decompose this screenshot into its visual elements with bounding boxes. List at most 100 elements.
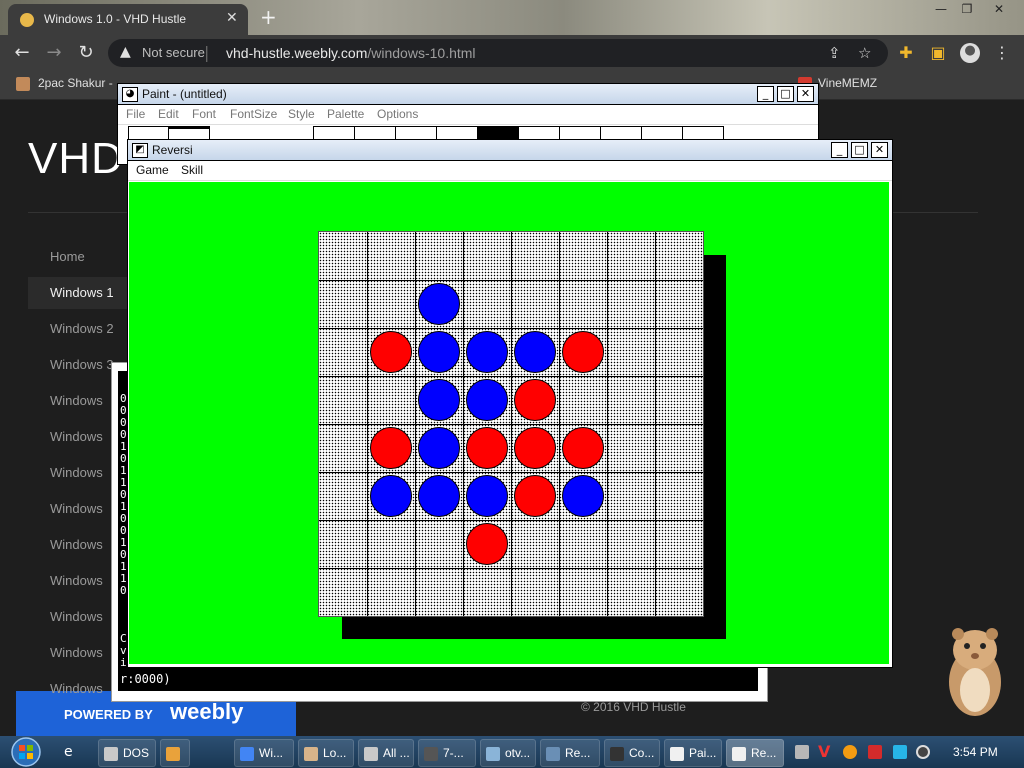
- new-tab-button[interactable]: +: [260, 5, 277, 29]
- blue-disc[interactable]: [370, 475, 412, 517]
- share-icon[interactable]: ⇪: [828, 44, 841, 62]
- blue-disc[interactable]: [466, 331, 508, 373]
- taskbar-button-label: otv...: [505, 746, 531, 760]
- restore-window-icon[interactable]: ❐: [956, 2, 978, 16]
- blue-disc[interactable]: [418, 331, 460, 373]
- red-disc[interactable]: [370, 427, 412, 469]
- reload-icon[interactable]: ↻: [74, 41, 98, 65]
- taskbar-button[interactable]: otv...: [480, 739, 536, 767]
- blue-disc[interactable]: [418, 379, 460, 421]
- close-window-icon[interactable]: ✕: [988, 2, 1010, 16]
- taskbar-button[interactable]: Wi...: [234, 739, 294, 767]
- paint-menu-palette[interactable]: Palette: [327, 107, 364, 121]
- tray-v-icon[interactable]: V: [818, 742, 832, 761]
- red-disc[interactable]: [562, 427, 604, 469]
- hamster-image: [949, 628, 1001, 716]
- extensions-icon[interactable]: ✚: [896, 43, 916, 63]
- blue-disc[interactable]: [418, 475, 460, 517]
- red-disc[interactable]: [466, 427, 508, 469]
- tray-app-icon[interactable]: [795, 745, 809, 759]
- close-icon[interactable]: ✕: [797, 86, 814, 102]
- reversi-board[interactable]: [318, 231, 704, 617]
- paint-title-bar[interactable]: ◕ Paint - (untitled) _ □ ✕: [118, 84, 818, 105]
- menu-kebab-icon[interactable]: ⋮: [992, 43, 1012, 63]
- close-icon[interactable]: ✕: [871, 142, 888, 158]
- taskbar-button[interactable]: Re...: [540, 739, 600, 767]
- blue-disc[interactable]: [418, 427, 460, 469]
- bookmark-item[interactable]: 2pac Shakur -: [38, 76, 113, 90]
- bookmark-star-icon[interactable]: ☆: [858, 44, 871, 62]
- red-disc[interactable]: [562, 331, 604, 373]
- profile-avatar-icon[interactable]: ●: [960, 43, 980, 63]
- tab-title: Windows 1.0 - VHD Hustle: [44, 12, 187, 26]
- taskbar-button[interactable]: All ...: [358, 739, 414, 767]
- reversi-icon[interactable]: ◩: [132, 143, 148, 158]
- taskbar-button-label: Co...: [629, 746, 655, 760]
- side-panel-icon[interactable]: ▣: [928, 43, 948, 63]
- paint-menu-options[interactable]: Options: [377, 107, 418, 121]
- blue-disc[interactable]: [514, 331, 556, 373]
- taskbar-button-label: Wi...: [259, 746, 283, 760]
- paint-palette-icon[interactable]: ◕: [122, 87, 138, 102]
- paint-menu-file[interactable]: File: [126, 107, 145, 121]
- blue-disc[interactable]: [466, 379, 508, 421]
- blue-disc[interactable]: [562, 475, 604, 517]
- reversi-menu-skill[interactable]: Skill: [181, 163, 203, 177]
- tab-close-icon[interactable]: ✕: [226, 10, 238, 26]
- site-nav-item[interactable]: Windows 2: [28, 313, 140, 345]
- forward-icon[interactable]: →: [42, 41, 66, 65]
- paint-menu-style[interactable]: Style: [288, 107, 315, 121]
- paint-menu-font[interactable]: Font: [192, 107, 216, 121]
- red-disc[interactable]: [514, 427, 556, 469]
- ie-icon[interactable]: e: [64, 744, 73, 760]
- url-text[interactable]: vhd-hustle.weebly.com/windows-10.html: [226, 45, 476, 61]
- paint-menu-fontsize[interactable]: FontSize: [230, 107, 277, 121]
- tray-network-icon[interactable]: [893, 745, 907, 759]
- bookmark-item[interactable]: VineMEMZ: [818, 76, 877, 90]
- reversi-title-bar[interactable]: ◩ Reversi _ □ ✕: [128, 140, 892, 161]
- taskbar-button-label: Re...: [751, 746, 777, 760]
- back-icon[interactable]: ←: [10, 41, 34, 65]
- taskbar-button[interactable]: Re...: [726, 739, 784, 767]
- reversi-window[interactable]: ◩ Reversi _ □ ✕ Game Skill: [127, 139, 893, 668]
- dos-prompt: r:0000): [120, 672, 171, 686]
- site-nav-item[interactable]: Windows 1: [28, 277, 140, 309]
- browser-toolbar: ← → ↻ ▲ Not secure | vhd-hustle.weebly.c…: [0, 35, 1024, 71]
- red-disc[interactable]: [370, 331, 412, 373]
- maximize-icon[interactable]: □: [777, 86, 794, 102]
- taskbar-button[interactable]: 7-...: [418, 739, 476, 767]
- tray-search-icon[interactable]: [843, 745, 857, 759]
- taskbar-button[interactable]: DOS: [98, 739, 156, 767]
- warning-icon[interactable]: ▲: [120, 44, 131, 60]
- tray-volume-icon[interactable]: [916, 745, 930, 759]
- site-logo[interactable]: VHD: [28, 134, 124, 184]
- reversi-menu-game[interactable]: Game: [136, 163, 169, 177]
- blue-disc[interactable]: [466, 475, 508, 517]
- reversi-playfield: [129, 182, 889, 664]
- minimize-icon[interactable]: _: [831, 142, 848, 158]
- taskbar: e DOS Wi... Lo... All ... 7-... otv... Re... Co…: [0, 736, 1024, 768]
- start-orb-icon[interactable]: [6, 736, 46, 768]
- red-disc[interactable]: [514, 475, 556, 517]
- powered-by-label: POWERED BY: [64, 707, 153, 722]
- taskbar-button[interactable]: Pai...: [664, 739, 722, 767]
- taskbar-app-icon: [424, 746, 438, 761]
- red-disc[interactable]: [514, 379, 556, 421]
- taskbar-clock[interactable]: 3:54 PM: [953, 745, 998, 759]
- taskbar-button[interactable]: Lo...: [298, 739, 354, 767]
- minimize-icon[interactable]: _: [757, 86, 774, 102]
- red-disc[interactable]: [466, 523, 508, 565]
- taskbar-app-icon: [486, 746, 500, 761]
- browser-tab[interactable]: Windows 1.0 - VHD Hustle ✕: [8, 4, 248, 35]
- site-nav-item[interactable]: Home: [28, 241, 140, 273]
- maximize-icon[interactable]: □: [851, 142, 868, 158]
- address-bar[interactable]: ▲ Not secure | vhd-hustle.weebly.com/win…: [108, 39, 888, 67]
- paint-menu-edit[interactable]: Edit: [158, 107, 179, 121]
- taskbar-button[interactable]: Co...: [604, 739, 660, 767]
- paint-title: Paint - (untitled): [142, 87, 227, 101]
- blue-disc[interactable]: [418, 283, 460, 325]
- security-label[interactable]: Not secure: [142, 45, 205, 60]
- minimize-window-icon[interactable]: —: [930, 2, 952, 16]
- tray-flag-icon[interactable]: [868, 745, 882, 759]
- taskbar-button[interactable]: [160, 739, 190, 767]
